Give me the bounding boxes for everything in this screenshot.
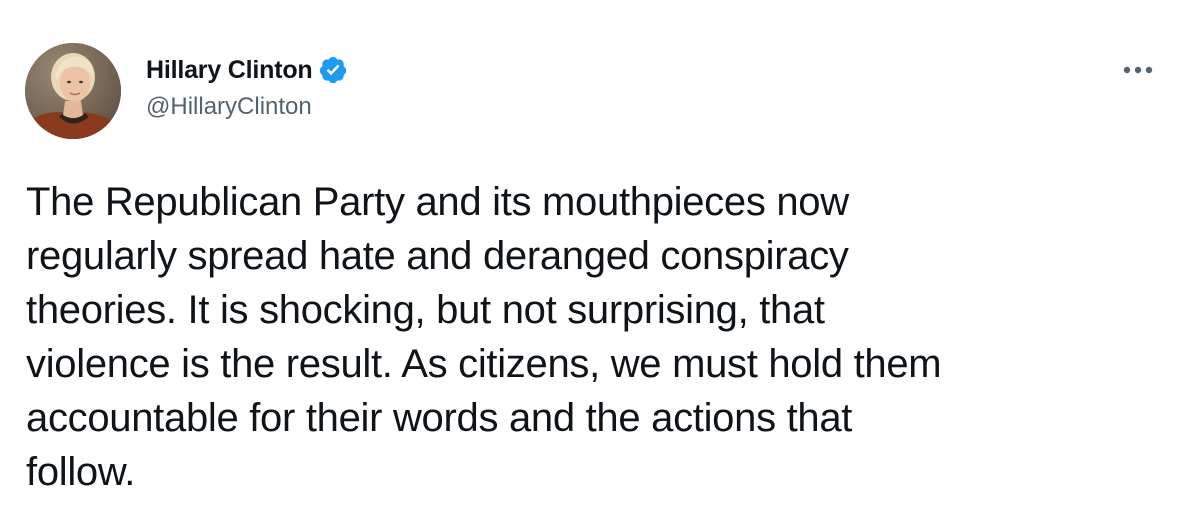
tweet-text-line: theories. It is shocking, but not surpri… <box>26 288 825 332</box>
more-options-icon[interactable] <box>1118 56 1158 84</box>
author-display-name[interactable]: Hillary Clinton <box>146 56 313 85</box>
tweet-text: The Republican Party and its mouthpieces… <box>26 175 1156 499</box>
tweet-text-line: accountable for their words and the acti… <box>26 396 853 440</box>
author-avatar[interactable] <box>25 43 121 139</box>
tweet-text-line: The Republican Party and its mouthpieces… <box>26 180 849 224</box>
tweet-text-line: violence is the result. As citizens, we … <box>26 342 942 386</box>
tweet-card: Hillary Clinton @HillaryClinton The Repu… <box>0 0 1188 514</box>
tweet-text-line: regularly spread hate and deranged consp… <box>26 234 849 278</box>
tweet-text-line: follow. <box>26 450 136 494</box>
verified-badge-icon <box>318 55 348 85</box>
avatar-image <box>25 43 121 139</box>
author-handle[interactable]: @HillaryClinton <box>146 93 312 121</box>
author-name-row: Hillary Clinton <box>146 52 348 88</box>
